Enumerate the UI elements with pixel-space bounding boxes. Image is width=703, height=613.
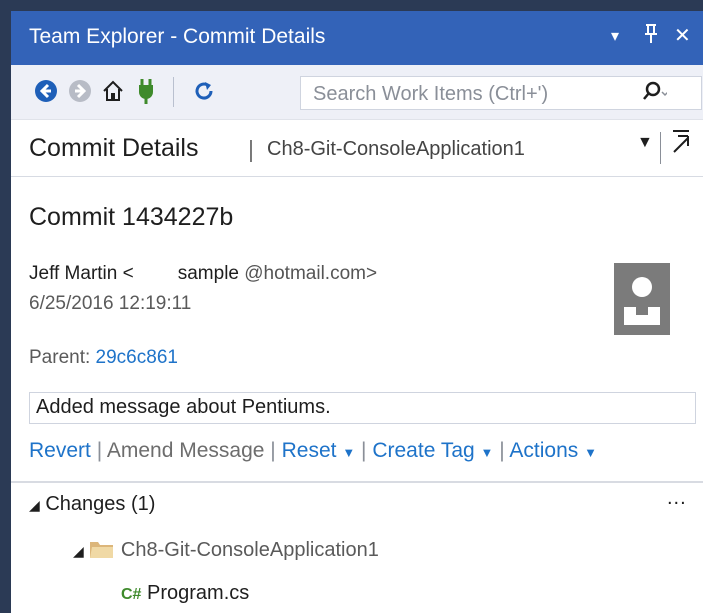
forward-icon[interactable] [67, 78, 93, 104]
changes-section-header[interactable]: ◢ Changes (1) [29, 493, 155, 516]
folder-icon [89, 539, 121, 561]
toolbar-separator [173, 77, 174, 107]
commit-title: Commit 1434227b [29, 203, 234, 231]
toolbar: Search Work Items (Ctrl+') [11, 65, 703, 120]
actions-label: Actions [509, 439, 579, 462]
actions-dropdown[interactable]: Actions ▼ [509, 439, 597, 462]
team-explorer-window: Team Explorer - Commit Details ▾ ✕ Searc… [0, 0, 703, 613]
action-separator: | [499, 439, 505, 462]
author-name: Jeff Martin < [29, 263, 134, 284]
page-title: Commit Details [29, 134, 199, 162]
search-work-items[interactable]: Search Work Items (Ctrl+') [300, 76, 702, 110]
author-email-domain: @hotmail.com> [244, 263, 378, 284]
amend-message-link[interactable]: Amend Message [107, 439, 265, 462]
file-tree-item[interactable]: C# Program.cs [121, 582, 249, 605]
pop-out-icon[interactable] [669, 128, 693, 161]
collapse-triangle-icon[interactable]: ◢ [73, 543, 84, 559]
avatar [614, 263, 670, 335]
file-name: Program.cs [147, 582, 250, 604]
action-separator: | [361, 439, 367, 462]
commit-actions-bar: Revert | Amend Message | Reset ▼ | Creat… [29, 439, 597, 463]
repository-name[interactable]: Ch8-Git-ConsoleApplication1 [267, 138, 525, 161]
more-options-icon[interactable]: ... [667, 487, 687, 510]
csharp-file-icon: C# [121, 586, 142, 603]
commit-parent: Parent: 29c6c861 [29, 347, 178, 369]
search-icon[interactable] [641, 80, 669, 110]
commit-message: Added message about Pentiums. [36, 396, 331, 418]
revert-link[interactable]: Revert [29, 439, 91, 462]
changes-label: Changes (1) [45, 493, 156, 515]
window-frame-top [0, 0, 703, 11]
section-divider [11, 481, 703, 483]
window-frame-left [0, 0, 11, 613]
reset-dropdown[interactable]: Reset ▼ [282, 439, 356, 462]
home-icon[interactable] [100, 78, 126, 104]
back-icon[interactable] [33, 78, 59, 104]
close-icon[interactable]: ✕ [674, 23, 691, 48]
chevron-down-icon: ▼ [480, 445, 494, 460]
connect-icon[interactable] [133, 78, 159, 104]
commit-date: 6/25/2016 12:19:11 [29, 293, 192, 314]
search-placeholder: Search Work Items (Ctrl+') [313, 83, 549, 105]
header-separator: | [248, 136, 254, 162]
commit-details-content: Commit 1434227b Jeff Martin < sample @hot… [11, 177, 703, 613]
folder-tree-item[interactable]: ◢ Ch8-Git-ConsoleApplication1 [73, 539, 379, 562]
pin-icon[interactable] [643, 23, 659, 51]
action-separator: | [96, 439, 103, 462]
page-header: Commit Details | Ch8-Git-ConsoleApplicat… [11, 120, 703, 177]
refresh-icon[interactable] [191, 78, 217, 104]
action-separator: | [270, 439, 276, 462]
window-title: Team Explorer - Commit Details [29, 25, 326, 48]
chevron-down-icon: ▼ [584, 445, 598, 460]
create-tag-label: Create Tag [372, 439, 475, 462]
commit-author: Jeff Martin < sample @hotmail.com> [29, 263, 377, 285]
folder-name: Ch8-Git-ConsoleApplication1 [120, 539, 379, 561]
create-tag-dropdown[interactable]: Create Tag ▼ [372, 439, 493, 462]
reset-label: Reset [281, 439, 337, 462]
author-user: sample [177, 263, 239, 284]
dropdown-icon[interactable]: ▾ [611, 26, 619, 46]
title-bar: Team Explorer - Commit Details ▾ ✕ [11, 11, 703, 65]
chevron-down-icon: ▼ [342, 445, 356, 460]
collapse-triangle-icon[interactable]: ◢ [29, 497, 40, 513]
parent-label: Parent: [29, 347, 91, 368]
header-divider [660, 132, 661, 164]
commit-message-field[interactable]: Added message about Pentiums. [29, 392, 696, 424]
parent-commit-link[interactable]: 29c6c861 [96, 347, 178, 368]
chevron-down-icon[interactable]: ▼ [637, 134, 653, 152]
